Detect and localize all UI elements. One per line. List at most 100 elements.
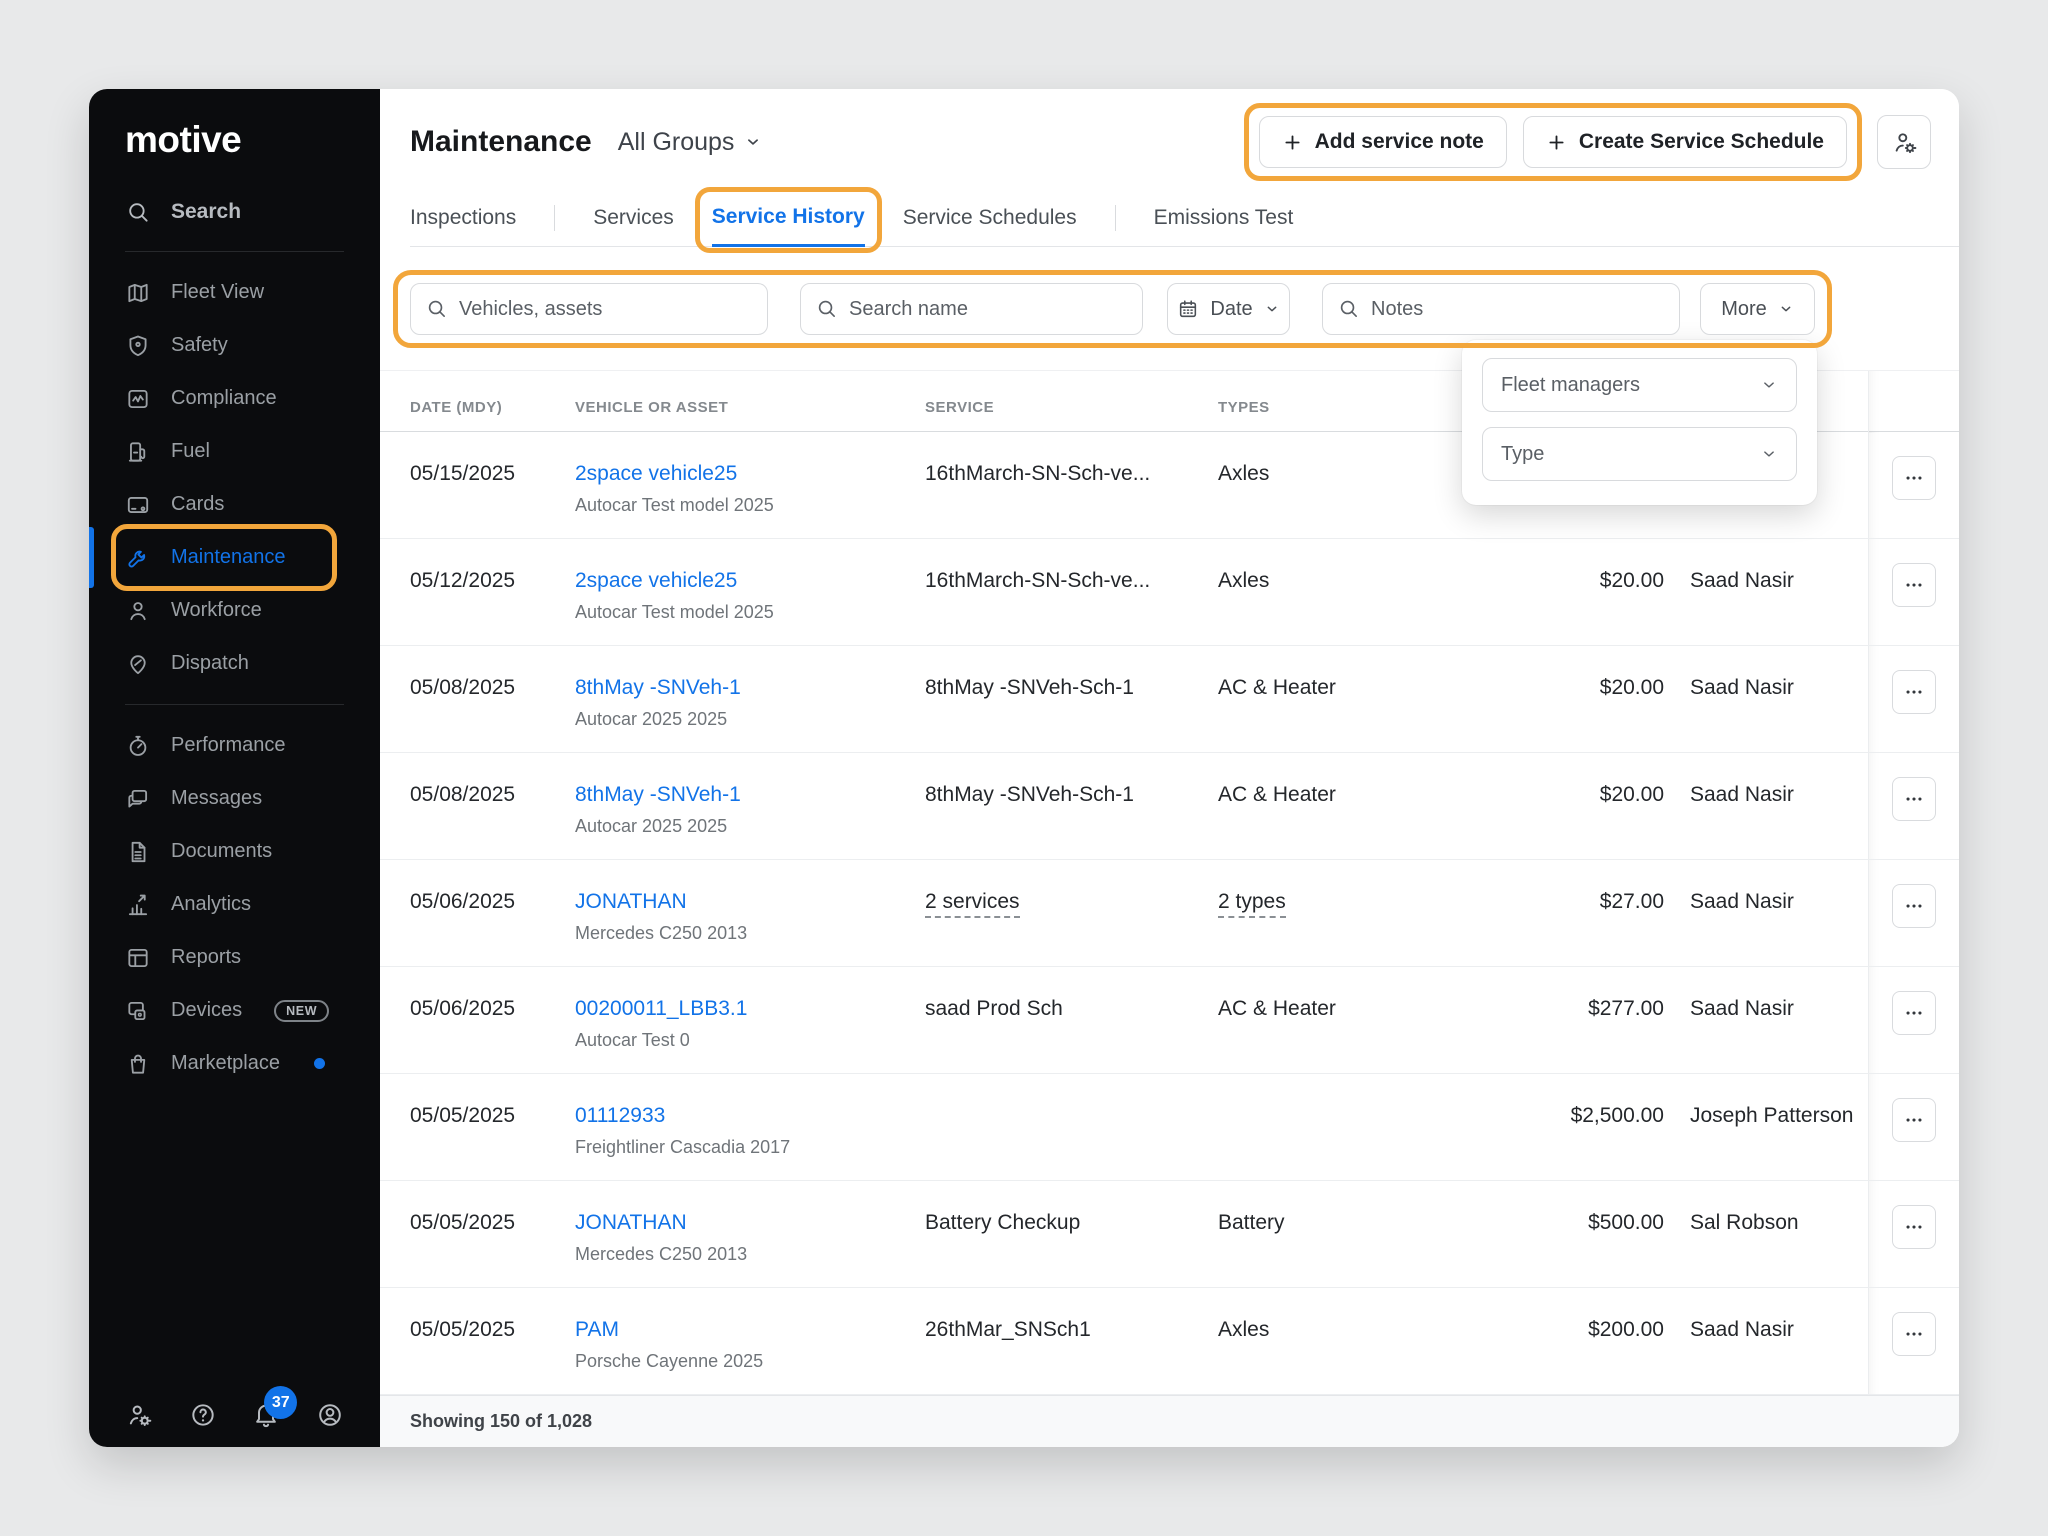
type-select[interactable]: Type [1482,427,1797,481]
row-actions-button[interactable] [1892,456,1936,500]
row-actions-button[interactable] [1892,1098,1936,1142]
tab-emissions-test[interactable]: Emissions Test [1154,189,1294,246]
table-row: 05/08/2025 8thMay -SNVeh-1Autocar 2025 2… [380,753,1959,860]
row-count-summary: Showing 150 of 1,028 [410,1411,592,1432]
sidebar-item-maintenance[interactable]: Maintenance [89,531,380,584]
sidebar-item-messages[interactable]: Messages [89,772,380,825]
cell-types: Axles [1218,1288,1468,1394]
page-title: Maintenance [410,125,592,159]
vehicle-link[interactable]: 01112933 [575,1104,665,1127]
motive-logo: motive [89,89,380,161]
notes-input[interactable] [1322,283,1680,335]
sidebar-item-devices[interactable]: Devices NEW [89,984,380,1037]
search-name-input[interactable] [800,283,1143,335]
cell-cost: $2,500.00 [1468,1074,1680,1180]
tab-service-schedules[interactable]: Service Schedules [903,189,1077,246]
tab-services[interactable]: Services [593,189,674,246]
cell-fleet-manager: Saad Nasir [1680,753,1868,859]
help-icon[interactable] [189,1401,217,1429]
sidebar-item-dispatch[interactable]: Dispatch [89,637,380,690]
header-actions: Add service note Create Service Schedule [1259,115,1931,169]
cell-cost: $20.00 [1468,753,1680,859]
chevron-down-icon [1778,301,1794,317]
sidebar-item-cards[interactable]: Cards [89,478,380,531]
more-filters-button[interactable]: More [1700,283,1815,335]
sidebar-item-marketplace[interactable]: Marketplace [89,1037,380,1090]
vehicle-link[interactable]: 00200011_LBB3.1 [575,997,747,1020]
types-count-link[interactable]: 2 types [1218,890,1286,918]
sidebar-item-label: Reports [171,946,241,969]
sidebar-item-workforce[interactable]: Workforce [89,584,380,637]
notifications-bell-icon[interactable]: 37 [252,1401,280,1429]
vehicle-link[interactable]: 2space vehicle25 [575,569,737,592]
vehicle-model: Porsche Cayenne 2025 [575,1351,925,1372]
row-actions-button[interactable] [1892,1205,1936,1249]
row-actions-button[interactable] [1892,670,1936,714]
date-filter-button[interactable]: Date [1167,283,1290,335]
tab-label: Inspections [410,206,516,230]
sidebar-item-label: Maintenance [171,546,286,569]
manage-access-button[interactable] [1877,115,1931,169]
vehicle-link[interactable]: 8thMay -SNVeh-1 [575,783,741,806]
cell-types: Battery [1218,1181,1468,1287]
sidebar-item-safety[interactable]: Safety [89,319,380,372]
sidebar-item-compliance[interactable]: Compliance [89,372,380,425]
vehicles-assets-input[interactable] [410,283,768,335]
tab-service-history[interactable]: Service History [712,190,865,247]
tab-inspections[interactable]: Inspections [410,189,516,246]
sidebar-item-label: Fleet View [171,281,264,304]
sidebar-item-label: Analytics [171,893,251,916]
cell-service: 8thMay -SNVeh-Sch-1 [925,646,1218,752]
sidebar-item-label: Cards [171,493,224,516]
fuel-pump-icon [125,439,151,465]
cell-vehicle: 00200011_LBB3.1Autocar Test 0 [575,967,925,1073]
type-select-label: Type [1501,443,1544,466]
document-icon [125,839,151,865]
sidebar-item-reports[interactable]: Reports [89,931,380,984]
shopping-bag-icon [125,1051,151,1077]
vehicle-link[interactable]: 8thMay -SNVeh-1 [575,676,741,699]
row-actions-button[interactable] [1892,1312,1936,1356]
row-actions-button[interactable] [1892,991,1936,1035]
tab-divider [554,205,555,231]
row-actions-button[interactable] [1892,777,1936,821]
sidebar-item-fuel[interactable]: Fuel [89,425,380,478]
sidebar: motive Search Fleet View Safety Complian… [89,89,380,1447]
row-actions-button[interactable] [1892,884,1936,928]
vehicle-link[interactable]: 2space vehicle25 [575,462,737,485]
cell-fleet-manager: Saad Nasir [1680,860,1868,966]
group-selector[interactable]: All Groups [618,128,763,157]
notification-dot [314,1058,325,1069]
new-badge: NEW [274,1000,329,1022]
vehicle-link[interactable]: PAM [575,1318,619,1341]
sidebar-search[interactable]: Search [89,187,380,237]
cell-date: 05/05/2025 [410,1288,575,1394]
account-icon[interactable] [316,1401,344,1429]
fleet-managers-select[interactable]: Fleet managers [1482,358,1797,412]
vehicle-link[interactable]: JONATHAN [575,890,687,913]
cell-date: 05/05/2025 [410,1181,575,1287]
cell-service: 16thMarch-SN-Sch-ve... [925,539,1218,645]
admin-user-gear-icon[interactable] [125,1401,153,1429]
cell-vehicle: JONATHANMercedes C250 2013 [575,860,925,966]
create-service-schedule-button[interactable]: Create Service Schedule [1523,116,1847,168]
vehicle-link[interactable]: JONATHAN [575,1211,687,1234]
tab-label: Services [593,206,674,230]
services-count-link[interactable]: 2 services [925,890,1020,918]
sidebar-item-analytics[interactable]: Analytics [89,878,380,931]
sidebar-item-label: Safety [171,334,228,357]
sidebar-item-label: Fuel [171,440,210,463]
sidebar-item-documents[interactable]: Documents [89,825,380,878]
cell-vehicle: 2space vehicle25Autocar Test model 2025 [575,539,925,645]
cell-vehicle: 2space vehicle25Autocar Test model 2025 [575,432,925,538]
sidebar-item-fleet-view[interactable]: Fleet View [89,266,380,319]
cell-actions [1868,1074,1959,1180]
cell-date: 05/06/2025 [410,860,575,966]
filter-bar: Date More [410,283,1815,335]
sidebar-item-performance[interactable]: Performance [89,719,380,772]
chat-icon [125,786,151,812]
row-actions-button[interactable] [1892,563,1936,607]
cell-date: 05/08/2025 [410,753,575,859]
cell-actions [1868,1288,1959,1394]
add-service-note-button[interactable]: Add service note [1259,116,1507,168]
